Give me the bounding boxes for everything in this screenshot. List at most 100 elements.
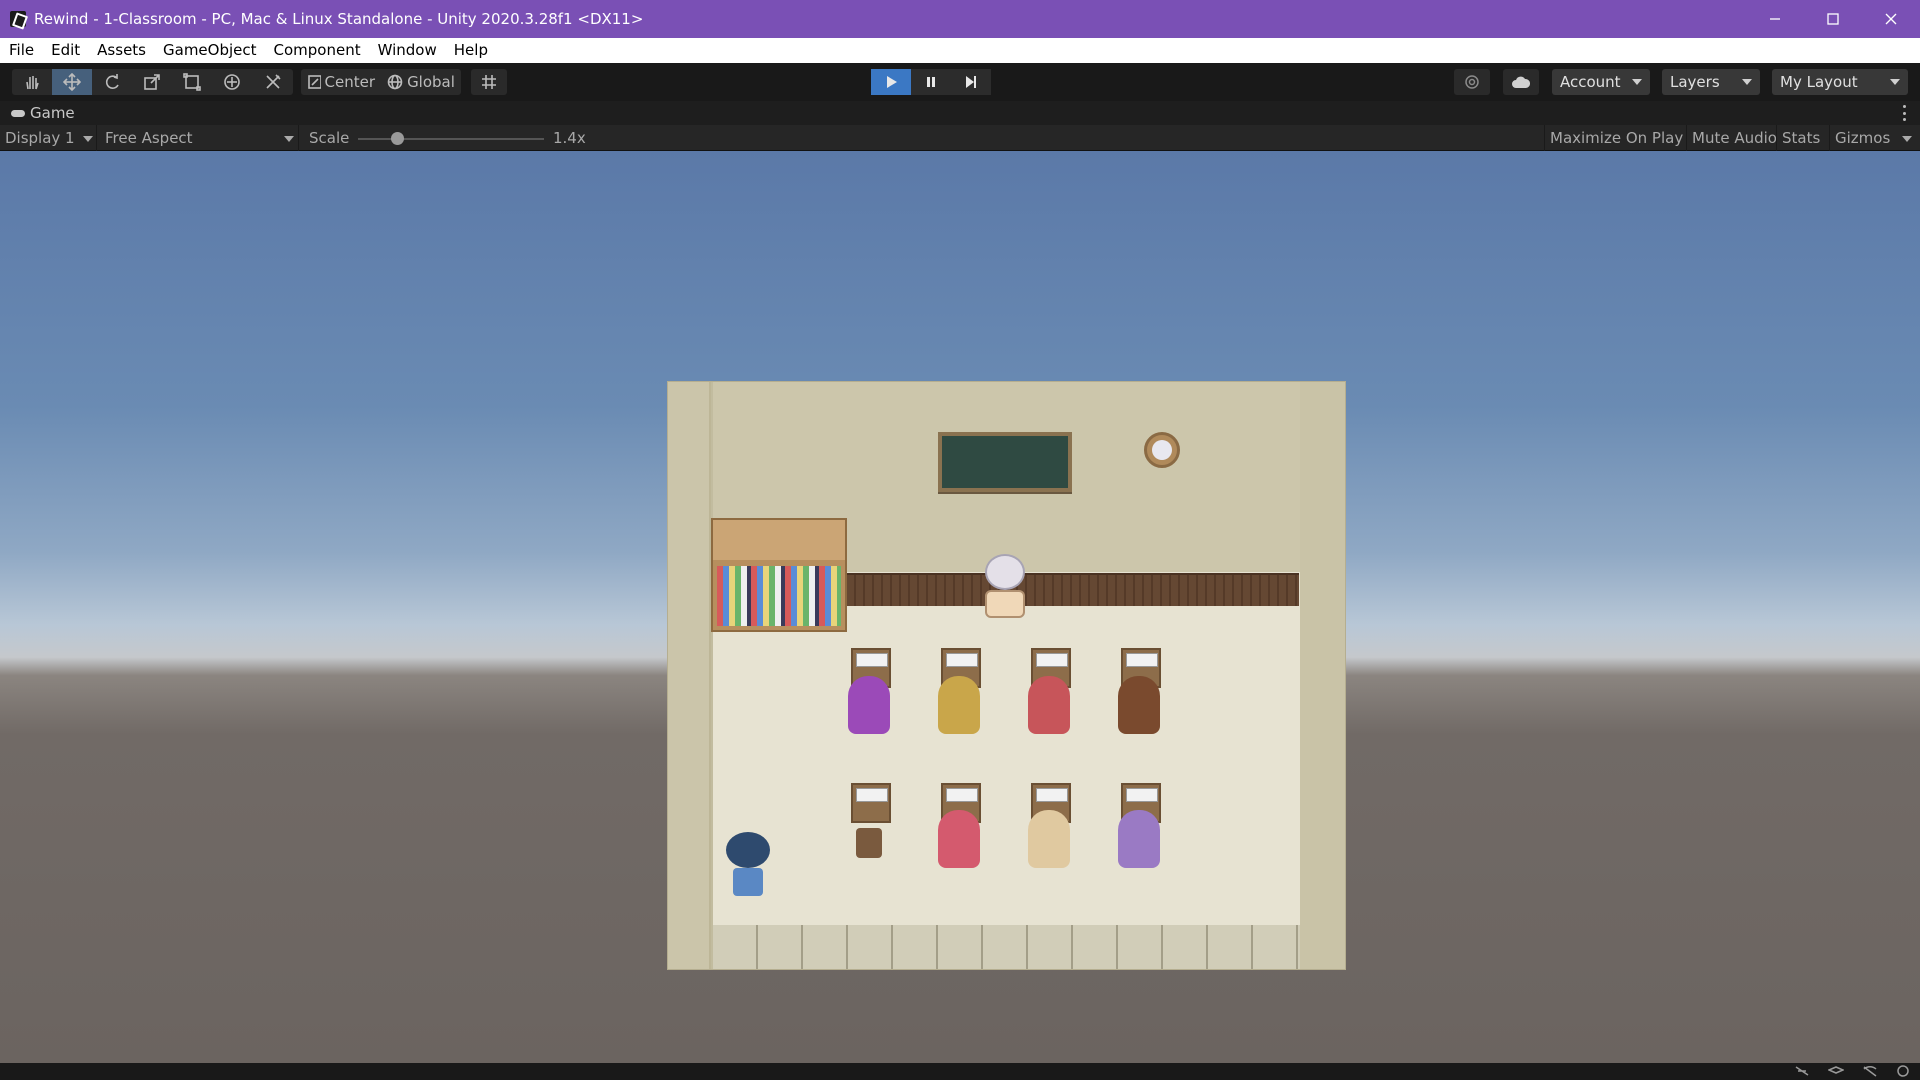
collab-icon bbox=[1465, 75, 1479, 89]
custom-tool-button[interactable] bbox=[252, 69, 293, 95]
hand-tool-button[interactable] bbox=[12, 69, 52, 95]
menu-gameobject[interactable]: GameObject bbox=[154, 38, 265, 63]
student-sprite bbox=[938, 810, 980, 868]
more-options-icon[interactable] bbox=[1903, 105, 1906, 121]
pivot-toggles: Center Global bbox=[301, 69, 461, 95]
empty-chair bbox=[856, 828, 882, 858]
teacher-body bbox=[985, 590, 1025, 618]
pause-icon bbox=[927, 77, 935, 87]
account-label: Account bbox=[1560, 73, 1621, 91]
rect-transform-icon bbox=[183, 73, 201, 91]
game-tab-bar: Game bbox=[0, 101, 1920, 125]
separator bbox=[1544, 125, 1545, 151]
chevron-down-icon bbox=[1632, 79, 1642, 85]
player-head bbox=[726, 832, 770, 868]
move-tool-button[interactable] bbox=[52, 69, 92, 95]
left-wall bbox=[668, 382, 711, 969]
pivot-mode-label: Center bbox=[324, 73, 376, 91]
separator bbox=[96, 125, 97, 151]
rotate-icon bbox=[105, 74, 119, 89]
status-icons bbox=[1794, 1065, 1910, 1077]
transform-tool-button[interactable] bbox=[212, 69, 252, 95]
debug-icon[interactable] bbox=[1794, 1065, 1810, 1077]
chevron-down-icon[interactable] bbox=[1902, 136, 1912, 142]
scale-icon bbox=[144, 74, 160, 90]
teacher-platform bbox=[847, 573, 1299, 606]
student-sprite bbox=[1118, 810, 1160, 868]
scale-slider-thumb[interactable] bbox=[391, 132, 404, 145]
chevron-down-icon bbox=[1890, 79, 1900, 85]
classroom-scene bbox=[668, 382, 1345, 969]
pivot-mode-button[interactable]: Center bbox=[301, 69, 381, 95]
rotate-tool-button[interactable] bbox=[92, 69, 132, 95]
close-window-button[interactable] bbox=[1862, 0, 1920, 38]
collab-button[interactable] bbox=[1454, 69, 1490, 95]
account-dropdown[interactable]: Account bbox=[1552, 69, 1650, 95]
menu-bar: File Edit Assets GameObject Component Wi… bbox=[0, 38, 1920, 63]
student-sprite bbox=[1028, 676, 1070, 734]
globe-icon bbox=[387, 74, 403, 90]
grid-snap-group bbox=[471, 69, 507, 95]
menu-window[interactable]: Window bbox=[369, 38, 445, 63]
window-controls bbox=[1746, 0, 1920, 38]
cloud-services-button[interactable] bbox=[1503, 69, 1539, 95]
main-toolbar: Center Global Account Layers My Layout bbox=[0, 63, 1920, 101]
teacher-sprite bbox=[983, 554, 1027, 618]
scale-value: 1.4x bbox=[553, 129, 586, 147]
mute-audio-toggle[interactable]: Mute Audio bbox=[1692, 125, 1777, 151]
transform-icon bbox=[224, 74, 240, 90]
menu-assets[interactable]: Assets bbox=[88, 38, 154, 63]
graduation-cap-icon[interactable] bbox=[1828, 1065, 1844, 1077]
step-button[interactable] bbox=[951, 69, 991, 95]
scale-tool-button[interactable] bbox=[132, 69, 172, 95]
player-body bbox=[733, 868, 763, 896]
teacher-head bbox=[985, 554, 1025, 590]
stats-toggle[interactable]: Stats bbox=[1782, 125, 1820, 151]
minimize-icon bbox=[1770, 18, 1780, 20]
floor-tiles bbox=[713, 925, 1300, 969]
play-button[interactable] bbox=[871, 69, 911, 95]
blackboard bbox=[938, 432, 1072, 492]
rect-tool-button[interactable] bbox=[172, 69, 212, 95]
maximize-on-play-toggle[interactable]: Maximize On Play bbox=[1550, 125, 1683, 151]
menu-help[interactable]: Help bbox=[445, 38, 496, 63]
pivot-rotation-label: Global bbox=[407, 73, 455, 91]
game-viewport[interactable] bbox=[0, 151, 1920, 1063]
no-network-icon[interactable] bbox=[1862, 1065, 1878, 1077]
student-sprite bbox=[1028, 810, 1070, 868]
playmode-controls bbox=[871, 69, 991, 95]
layers-dropdown[interactable]: Layers bbox=[1662, 69, 1760, 95]
layout-dropdown[interactable]: My Layout bbox=[1772, 69, 1908, 95]
cloud-icon bbox=[1512, 76, 1530, 88]
move-icon bbox=[63, 73, 81, 91]
menu-component[interactable]: Component bbox=[265, 38, 369, 63]
scale-slider-track[interactable] bbox=[358, 138, 544, 140]
chevron-down-icon bbox=[83, 136, 93, 142]
step-icon bbox=[966, 76, 976, 88]
aspect-select[interactable]: Free Aspect bbox=[105, 125, 193, 151]
game-view-toolbar: Display 1 Free Aspect Scale 1.4x Maximiz… bbox=[0, 125, 1920, 151]
grid-snap-button[interactable] bbox=[471, 69, 507, 95]
pivot-rotation-button[interactable]: Global bbox=[381, 69, 461, 95]
books bbox=[717, 566, 841, 626]
layers-label: Layers bbox=[1670, 73, 1720, 91]
transform-tools bbox=[12, 69, 293, 95]
tools-icon bbox=[265, 74, 281, 89]
display-select[interactable]: Display 1 bbox=[5, 125, 75, 151]
gizmos-toggle[interactable]: Gizmos bbox=[1835, 125, 1890, 151]
scale-label: Scale bbox=[309, 129, 350, 147]
menu-file[interactable]: File bbox=[0, 38, 42, 63]
tab-game[interactable]: Game bbox=[10, 104, 75, 122]
separator bbox=[1776, 125, 1777, 151]
maximize-icon bbox=[1827, 13, 1839, 25]
pause-button[interactable] bbox=[911, 69, 951, 95]
menu-edit[interactable]: Edit bbox=[42, 38, 88, 63]
maximize-button[interactable] bbox=[1804, 0, 1862, 38]
tab-game-label: Game bbox=[30, 104, 75, 122]
right-wall bbox=[1300, 382, 1345, 969]
progress-icon[interactable] bbox=[1896, 1065, 1910, 1077]
gamepad-icon bbox=[11, 110, 25, 117]
separator bbox=[1686, 125, 1687, 151]
minimize-button[interactable] bbox=[1746, 0, 1804, 38]
separator bbox=[298, 125, 299, 151]
